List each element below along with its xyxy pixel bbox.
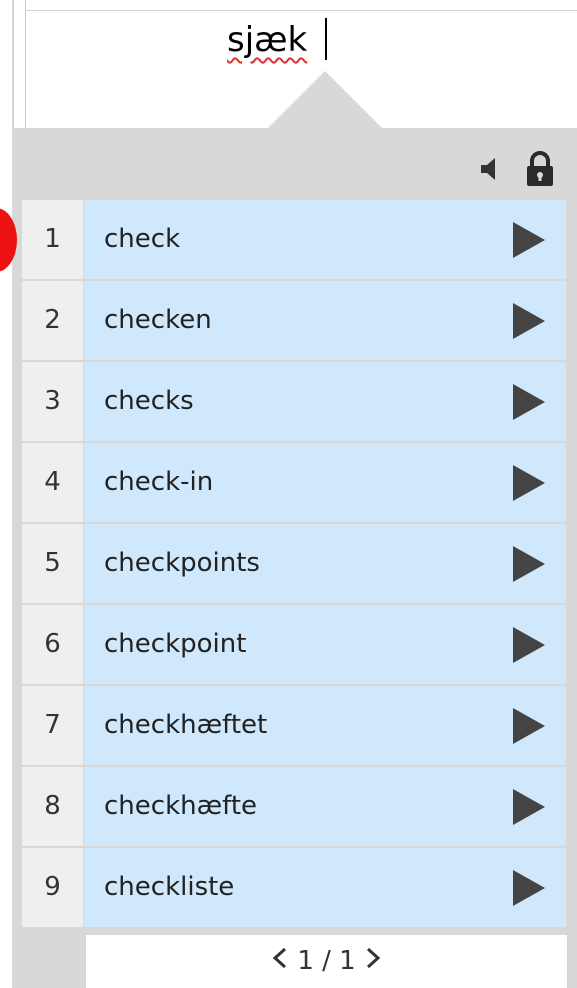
suggestion-word-cell[interactable]: checkpoints [84,524,566,603]
suggestion-number: 4 [22,443,83,522]
suggestion-number: 6 [22,605,83,684]
suggestion-word: checkliste [104,872,235,902]
suggestion-word: checkpoint [104,629,247,659]
suggestion-row[interactable]: 3 checks [22,362,566,441]
typed-word[interactable]: sjæk [227,14,307,66]
suggestion-row[interactable]: 7 checkhæftet [22,686,566,765]
suggestion-word: checks [104,386,194,416]
suggestion-word: checkpoints [104,548,260,578]
play-icon[interactable] [513,384,545,420]
suggestion-number: 7 [22,686,83,765]
suggestion-row[interactable]: 5 checkpoints [22,524,566,603]
suggestion-word-cell[interactable]: checkpoint [84,605,566,684]
pager: 1 / 1 [86,935,567,988]
popup-pointer [267,71,383,129]
suggestion-number: 9 [22,848,83,927]
suggestion-number: 1 [22,200,83,279]
play-icon[interactable] [513,708,545,744]
suggestion-word-cell[interactable]: checkliste [84,848,566,927]
document-left-rule [12,0,14,130]
suggestion-word-cell[interactable]: checkhæftet [84,686,566,765]
text-caret [325,18,327,60]
suggestion-word-cell[interactable]: checken [84,281,566,360]
suggestion-row[interactable]: 6 checkpoint [22,605,566,684]
suggestion-word-cell[interactable]: checkhæfte [84,767,566,846]
suggestion-row[interactable]: 1 check [22,200,566,279]
document-left-rule-inner [25,0,26,130]
page-indicator: 1 / 1 [297,946,356,976]
play-icon[interactable] [513,303,545,339]
suggestion-word-cell[interactable]: check-in [84,443,566,522]
suggestion-row[interactable]: 9 checkliste [22,848,566,927]
suggestion-number: 3 [22,362,83,441]
suggestion-word: check-in [104,467,214,497]
suggestion-word: check [104,224,181,254]
play-icon[interactable] [513,465,545,501]
speaker-icon[interactable] [480,155,502,183]
suggestion-word: checkhæfte [104,791,258,821]
lock-icon[interactable] [523,150,557,188]
play-icon[interactable] [513,870,545,906]
suggestion-number: 5 [22,524,83,603]
play-icon[interactable] [513,546,545,582]
suggestion-word: checkhæftet [104,710,268,740]
play-icon[interactable] [513,627,545,663]
document-top-rule [26,10,577,11]
prev-page-button[interactable] [271,935,289,988]
suggestion-row[interactable]: 2 checken [22,281,566,360]
suggestion-word-cell[interactable]: check [84,200,566,279]
play-icon[interactable] [513,789,545,825]
suggestion-number: 2 [22,281,83,360]
next-page-button[interactable] [364,935,382,988]
suggestion-row[interactable]: 8 checkhæfte [22,767,566,846]
chevron-right-icon [366,947,381,969]
suggestion-row[interactable]: 4 check-in [22,443,566,522]
suggestion-word: checken [104,305,212,335]
chevron-left-icon [272,947,287,969]
suggestion-number: 8 [22,767,83,846]
suggestion-word-cell[interactable]: checks [84,362,566,441]
play-icon[interactable] [513,222,545,258]
